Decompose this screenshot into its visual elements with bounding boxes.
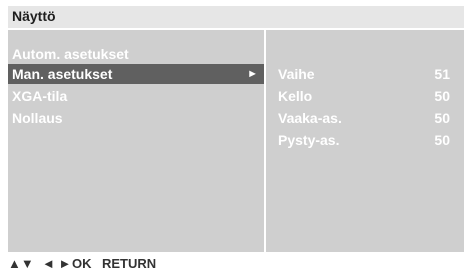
setting-value: 50 <box>434 132 450 148</box>
setting-name: Vaaka-as. <box>278 110 342 126</box>
setting-row-pysty-as[interactable]: Pysty-as. 50 <box>266 130 464 150</box>
setting-name: Pysty-as. <box>278 132 340 148</box>
left-right-arrows-icon: ◄ ► <box>42 256 72 271</box>
title-bar: Näyttö <box>8 6 464 28</box>
menu-item-autom-asetukset[interactable]: Autom. asetukset <box>8 44 264 64</box>
setting-value: 51 <box>434 66 450 82</box>
setting-row-vaihe[interactable]: Vaihe 51 <box>266 64 464 84</box>
setting-name: Kello <box>278 88 313 104</box>
setting-value: 50 <box>434 88 450 104</box>
osd-menu: Näyttö Autom. asetukset Man. asetukset ►… <box>8 6 464 252</box>
menu-item-label: XGA-tila <box>12 88 68 104</box>
setting-row-kello[interactable]: Kello 50 <box>266 86 464 106</box>
help-bar: ▲▼ ◄ ► OK RETURN <box>0 252 472 272</box>
setting-name: Vaihe <box>278 66 315 82</box>
settings-panel: Vaihe 51 Kello 50 Vaaka-as. 50 Pysty-as.… <box>266 30 464 252</box>
submenu-arrow-icon: ► <box>247 68 258 80</box>
menu-item-label: Autom. asetukset <box>12 46 129 62</box>
setting-row-vaaka-as[interactable]: Vaaka-as. 50 <box>266 108 464 128</box>
menu-item-label: Man. asetukset <box>12 66 113 82</box>
menu-item-label: Nollaus <box>12 110 63 126</box>
up-down-arrows-icon: ▲▼ <box>8 256 34 271</box>
setting-value: 50 <box>434 110 450 126</box>
ok-hint: OK <box>72 256 92 271</box>
menu-title: Näyttö <box>12 8 56 24</box>
menu-item-xga-tila[interactable]: XGA-tila <box>8 86 264 106</box>
menu-item-man-asetukset[interactable]: Man. asetukset ► <box>8 64 264 84</box>
menu-list: Autom. asetukset Man. asetukset ► XGA-ti… <box>8 30 264 252</box>
return-hint: RETURN <box>102 256 157 271</box>
menu-item-nollaus[interactable]: Nollaus <box>8 108 264 128</box>
